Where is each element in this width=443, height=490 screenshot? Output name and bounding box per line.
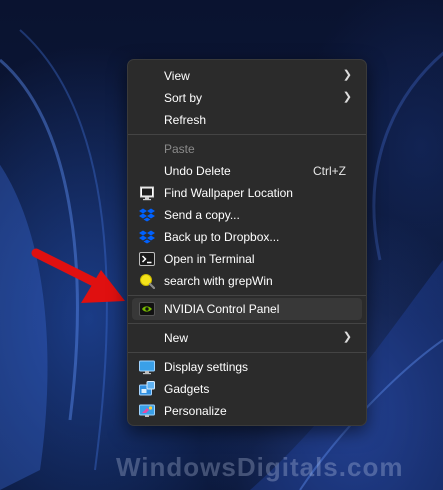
menu-item-label: Open in Terminal xyxy=(164,252,255,266)
menu-separator xyxy=(128,352,366,353)
menu-item-personalize[interactable]: Personalize xyxy=(132,400,362,422)
display-settings-icon xyxy=(139,360,155,375)
menu-separator xyxy=(128,323,366,324)
menu-item-back-up-to-dropbox[interactable]: Back up to Dropbox... xyxy=(132,226,362,248)
menu-item-view[interactable]: View ❯ xyxy=(132,65,362,87)
menu-item-send-a-copy[interactable]: Send a copy... xyxy=(132,204,362,226)
menu-item-label: Send a copy... xyxy=(164,208,240,222)
chevron-right-icon: ❯ xyxy=(342,69,352,81)
menu-item-sort-by[interactable]: Sort by ❯ xyxy=(132,87,362,109)
chevron-right-icon: ❯ xyxy=(342,331,352,343)
shortcut-label: Ctrl+Z xyxy=(313,164,346,178)
menu-item-undo-delete[interactable]: Undo Delete Ctrl+Z xyxy=(132,160,362,182)
menu-item-label: Find Wallpaper Location xyxy=(164,186,293,200)
menu-item-label: Refresh xyxy=(164,113,207,127)
chevron-right-icon: ❯ xyxy=(342,91,352,103)
personalize-icon xyxy=(139,404,155,417)
menu-item-label: Undo Delete xyxy=(164,164,231,178)
gadgets-icon xyxy=(139,381,155,396)
menu-item-display-settings[interactable]: Display settings xyxy=(132,356,362,378)
desktop-context-menu: View ❯ Sort by ❯ Refresh Paste Undo Dele… xyxy=(127,59,367,426)
menu-item-label: Gadgets xyxy=(164,382,210,396)
menu-item-label: New xyxy=(164,331,189,345)
menu-item-label: Display settings xyxy=(164,360,249,374)
menu-item-label: Back up to Dropbox... xyxy=(164,230,280,244)
dropbox-icon xyxy=(139,208,155,222)
menu-item-label: Sort by xyxy=(164,91,203,105)
menu-item-refresh[interactable]: Refresh xyxy=(132,109,362,131)
menu-item-open-in-terminal[interactable]: Open in Terminal xyxy=(132,248,362,270)
menu-separator xyxy=(128,295,366,296)
menu-item-new[interactable]: New ❯ xyxy=(132,327,362,349)
terminal-icon xyxy=(139,252,155,266)
menu-item-find-wallpaper-location[interactable]: Find Wallpaper Location xyxy=(132,182,362,204)
menu-item-label: Paste xyxy=(164,142,195,156)
menu-item-label: NVIDIA Control Panel xyxy=(164,302,280,316)
dropbox-icon xyxy=(139,230,155,244)
menu-item-paste[interactable]: Paste xyxy=(132,138,362,160)
menu-item-label: Personalize xyxy=(164,404,227,418)
menu-item-label: View xyxy=(164,69,190,83)
nvidia-icon xyxy=(139,302,155,316)
magnifier-icon xyxy=(140,274,155,289)
menu-item-gadgets[interactable]: Gadgets xyxy=(132,378,362,400)
menu-item-search-with-grepwin[interactable]: search with grepWin xyxy=(132,270,362,292)
monitor-icon xyxy=(140,186,154,201)
menu-item-label: search with grepWin xyxy=(164,274,273,288)
watermark-text: WindowsDigitals.com xyxy=(116,452,404,482)
menu-item-nvidia-control-panel[interactable]: NVIDIA Control Panel xyxy=(132,298,362,320)
menu-separator xyxy=(128,134,366,135)
